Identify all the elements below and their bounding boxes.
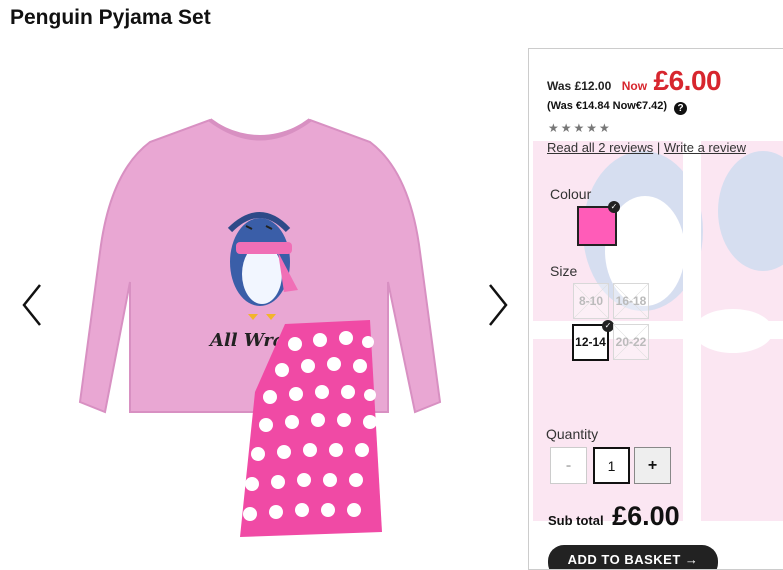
chevron-left-icon [22, 284, 41, 326]
rating-stars: ★★★★★ [548, 121, 612, 135]
read-reviews-link[interactable]: Read all 2 reviews [547, 140, 653, 155]
product-gallery: All Wrap [0, 48, 528, 559]
subtotal-label: Sub total [548, 513, 604, 528]
size-option-20-22[interactable]: 20-22 [613, 324, 649, 360]
check-icon: ✓ [608, 201, 620, 213]
quantity-increase-button[interactable]: + [634, 447, 671, 484]
quantity-label: Quantity [546, 426, 599, 442]
add-to-basket-button[interactable]: ADD TO BASKET → [548, 545, 718, 569]
help-icon[interactable]: ? [674, 102, 688, 115]
subtotal-value: £6.00 [612, 501, 680, 531]
euro-price: (Was €14.84 Now€7.42) ? [547, 100, 688, 115]
page-title: Penguin Pyjama Set [10, 6, 211, 29]
gallery-prev-button[interactable] [18, 280, 48, 330]
euro-price-text: (Was €14.84 Now€7.42) [547, 100, 668, 112]
size-option-8-10[interactable]: 8-10 [573, 283, 609, 319]
size-label: Size [550, 263, 578, 279]
quantity-decrease-button[interactable]: - [550, 447, 587, 484]
product-options-panel: Was £12.00 Now £6.00 (Was €14.84 Now€7.4… [528, 48, 783, 570]
colour-label: Colour [550, 186, 592, 202]
now-price: £6.00 [653, 65, 722, 96]
quantity-input[interactable] [593, 447, 630, 484]
reviews-separator: | [656, 140, 661, 155]
price-row: Was £12.00 Now £6.00 [547, 65, 722, 97]
was-price: Was £12.00 [547, 79, 612, 93]
subtotal: Sub total £6.00 [548, 501, 680, 532]
chevron-right-icon [489, 284, 508, 326]
size-option-16-18[interactable]: 16-18 [613, 283, 649, 319]
now-label: Now [621, 79, 648, 93]
write-review-link[interactable]: Write a review [664, 140, 746, 155]
reviews-links: Read all 2 reviews | Write a review [547, 140, 746, 155]
product-image[interactable]: All Wrap [70, 112, 450, 542]
gallery-next-button[interactable] [482, 280, 512, 330]
